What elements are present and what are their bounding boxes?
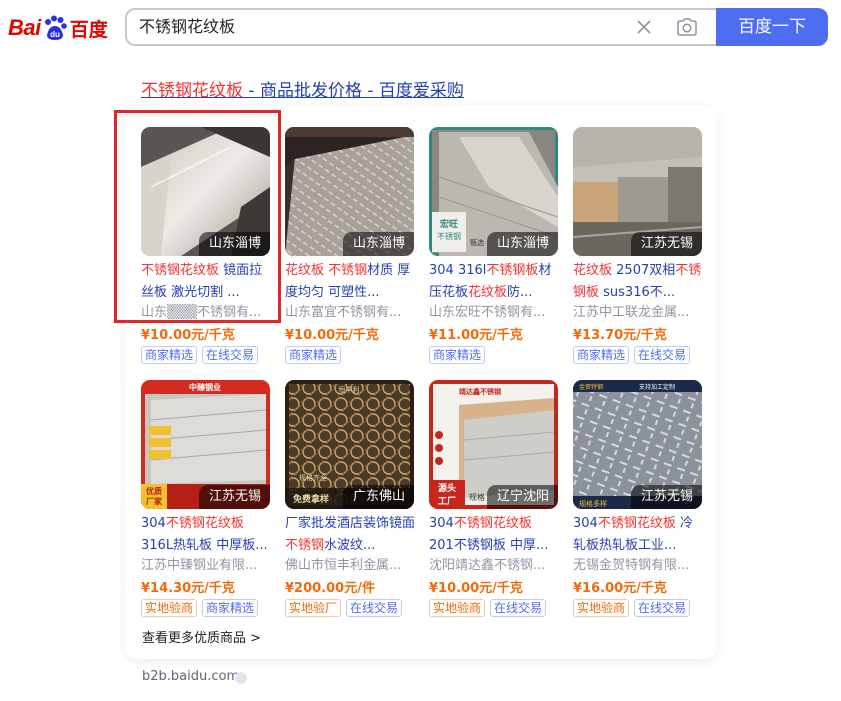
svg-text:恒丰利: 恒丰利 [339,385,360,394]
tag-badge: 在线交易 [202,346,259,364]
product-seller[interactable]: 佛山市恒丰利金属... [285,557,415,575]
result-title-link[interactable]: 不锈钢花纹板 - 商品批发价格 - 百度爱采购 [141,76,464,101]
product-thumbnail[interactable]: 山东淄博 [285,127,414,256]
product-thumbnail[interactable]: 金贺特钢 支持加工定制 规格多样 江苏无锡 [573,380,702,509]
header: Bai du 百度 百度一下 [0,0,841,60]
svg-text:规格齐全: 规格齐全 [299,473,327,482]
tag-badge: 在线交易 [634,346,691,364]
logo-latin: Bai [8,15,41,40]
tag-badge: 商家精选 [429,346,486,364]
svg-text:宏旺: 宏旺 [440,218,458,230]
clear-icon[interactable] [635,18,653,36]
product-price: ¥10.00元/千克 [141,328,235,343]
baidu-logo[interactable]: Bai du 百度 [8,12,108,44]
svg-text:靖达鑫不锈钢: 靖达鑫不锈钢 [459,387,501,396]
tag-badge: 在线交易 [634,599,691,617]
product-price: ¥13.70元/千克 [573,328,667,343]
product-price: ¥10.00元/千克 [429,581,523,596]
product-seller[interactable]: 无锡金贺特钢有限... [573,557,703,575]
product-seller[interactable]: 江苏中工联龙金属... [573,304,703,322]
tag-badge: 商家精选 [202,599,259,617]
tag-badge: 商家精选 [573,346,630,364]
selection-highlight-box [114,110,281,323]
product-seller[interactable]: 山东宏旺不锈钢有... [429,304,559,322]
product-thumbnail[interactable]: 恒丰利 规格齐全 免费拿样 广东佛山 [285,380,414,509]
product-name[interactable]: 花纹板 不锈钢材质 厚度均匀 可塑性... [285,260,415,304]
product-price: ¥200.00元/件 [285,581,375,596]
result-title-highlight: 不锈钢花纹板 [141,81,243,101]
product-tags: 商家精选 在线交易 [141,346,259,364]
source-url[interactable]: b2b.baidu.com [142,669,239,684]
logo-chinese: 百度 [69,18,108,41]
product-name[interactable]: 304不锈钢花纹板 201不锈钢板 中厚... [429,513,559,557]
svg-text:规格多样: 规格多样 [579,499,607,508]
tag-badge: 实地验商 [429,599,486,617]
tag-badge: 实地验商 [573,599,630,617]
product-seller[interactable]: 山东富宜不锈钢有... [285,304,415,322]
location-badge: 辽宁沈阳 [486,485,558,509]
search-box [125,8,717,46]
result-title-rest: - 商品批发价格 - 百度爱采购 [243,81,464,101]
svg-text:工厂: 工厂 [438,496,456,507]
svg-text:甄选: 甄选 [470,238,484,247]
product-thumbnail[interactable]: 靖达鑫不锈钢 源头 工厂 规格 辽宁沈阳 [429,380,558,509]
tag-badge: 商家精选 [285,346,342,364]
svg-text:金贺特钢: 金贺特钢 [579,383,603,391]
svg-text:支持加工定制: 支持加工定制 [639,383,675,391]
svg-text:源头: 源头 [438,482,456,494]
product-price: ¥14.30元/千克 [141,581,235,596]
product-tags: 实地验商 商家精选 [141,599,259,617]
more-products-link[interactable]: 查看更多优质商品 > [142,627,261,646]
svg-text:中臻钢业: 中臻钢业 [189,382,221,392]
product-name[interactable]: 花纹板 2507双相不锈钢板 sus316不... [573,260,703,304]
baidu-paw-icon: du [42,15,68,41]
location-badge: 山东淄博 [486,232,558,256]
search-button[interactable]: 百度一下 [716,8,828,46]
product-tags: 实地验商 在线交易 [429,599,547,617]
product-name[interactable]: 304不锈钢花纹板 316L热轧板 中厚板... [141,513,271,557]
location-badge: 江苏无锡 [198,485,270,509]
product-tags: 实地验厂 在线交易 [285,599,403,617]
product-name[interactable]: 304不锈钢花纹板 冷轧板热轧板工业... [573,513,703,557]
product-thumbnail[interactable]: 江苏无锡 [573,127,702,256]
tag-badge: 商家精选 [141,346,198,364]
product-seller[interactable]: 沈阳靖达鑫不锈钢... [429,557,559,575]
location-badge: 江苏无锡 [630,485,702,509]
location-badge: 广东佛山 [342,485,414,509]
product-thumbnail[interactable]: 中臻钢业 优质 厂家 江苏无锡 [141,380,270,509]
search-input[interactable] [139,10,619,44]
svg-text:优质: 优质 [146,486,162,496]
product-price: ¥10.00元/千克 [285,328,379,343]
product-name[interactable]: 304 316l不锈钢板材压花板花纹板防... [429,260,559,304]
svg-text:不锈钢: 不锈钢 [437,231,461,241]
product-thumbnail[interactable]: 宏旺 不锈钢 甄选 山东淄博 [429,127,558,256]
svg-text:规格: 规格 [469,492,485,502]
tag-badge: 在线交易 [346,599,403,617]
tag-badge: 实地验厂 [285,599,342,617]
product-seller[interactable]: 江苏中臻钢业有限... [141,557,271,575]
camera-icon[interactable] [676,17,698,37]
product-tags: 商家精选 [285,346,342,364]
tag-badge: 在线交易 [490,599,547,617]
svg-text:免费拿样: 免费拿样 [293,493,329,505]
product-tags: 实地验商 在线交易 [573,599,691,617]
svg-text:du: du [50,30,60,39]
location-badge: 江苏无锡 [630,232,702,256]
tag-badge: 实地验商 [141,599,198,617]
product-tags: 商家精选 在线交易 [573,346,691,364]
location-badge: 山东淄博 [342,232,414,256]
product-tags: 商家精选 [429,346,486,364]
svg-text:厂家: 厂家 [146,496,163,506]
source-info-icon[interactable] [235,672,247,684]
product-name[interactable]: 厂家批发酒店装饰镜面 不锈钢水波纹... [285,513,415,557]
product-price: ¥16.00元/千克 [573,581,667,596]
product-price: ¥11.00元/千克 [429,328,523,343]
